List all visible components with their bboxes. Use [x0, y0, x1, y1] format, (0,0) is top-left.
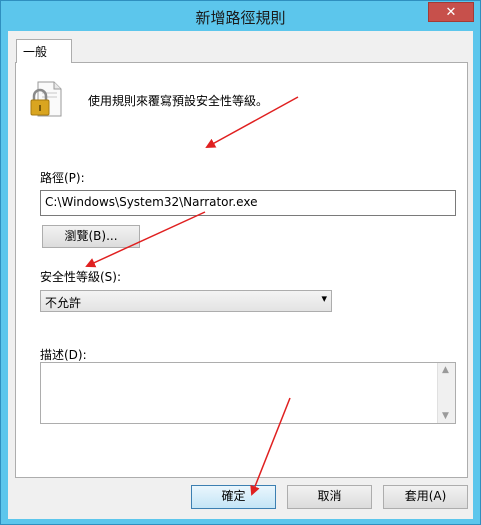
dialog-window: 新增路徑規則 ✕ 一般 使用規則來覆寫預設安全性等級。 路徑(P): C:\Wi…: [0, 0, 481, 525]
security-level-value: 不允許: [45, 296, 82, 310]
dialog-client: 一般 使用規則來覆寫預設安全性等級。 路徑(P): C:\Windows\Sys…: [8, 31, 473, 519]
security-level-dropdown[interactable]: 不允許 ▾: [40, 290, 332, 312]
apply-button[interactable]: 套用(A): [383, 485, 468, 509]
security-level-label: 安全性等級(S):: [40, 270, 122, 284]
cancel-button[interactable]: 取消: [287, 485, 372, 509]
chevron-down-icon: ▾: [321, 292, 327, 305]
description-scrollbar[interactable]: ▲ ▼: [437, 363, 455, 423]
description-label: 描述(D):: [40, 348, 87, 362]
general-tab-panel: 使用規則來覆寫預設安全性等級。 路徑(P): C:\Windows\System…: [15, 62, 468, 478]
rule-description-text: 使用規則來覆寫預設安全性等級。: [88, 94, 269, 108]
ok-button[interactable]: 確定: [191, 485, 276, 509]
browse-button[interactable]: 瀏覽(B)...: [42, 225, 140, 248]
description-textarea[interactable]: ▲ ▼: [40, 362, 456, 424]
path-input[interactable]: C:\Windows\System32\Narrator.exe: [40, 190, 456, 216]
path-label: 路徑(P):: [40, 171, 85, 185]
lock-document-icon: [30, 81, 62, 117]
scroll-up-icon[interactable]: ▲: [442, 365, 449, 375]
tab-general[interactable]: 一般: [16, 39, 72, 63]
window-title: 新增路徑規則: [195, 9, 286, 27]
close-button[interactable]: ✕: [428, 2, 474, 22]
tab-general-label: 一般: [23, 45, 48, 59]
close-icon: ✕: [445, 4, 457, 20]
scroll-down-icon[interactable]: ▼: [442, 411, 449, 421]
title-bar[interactable]: 新增路徑規則 ✕: [1, 1, 480, 31]
